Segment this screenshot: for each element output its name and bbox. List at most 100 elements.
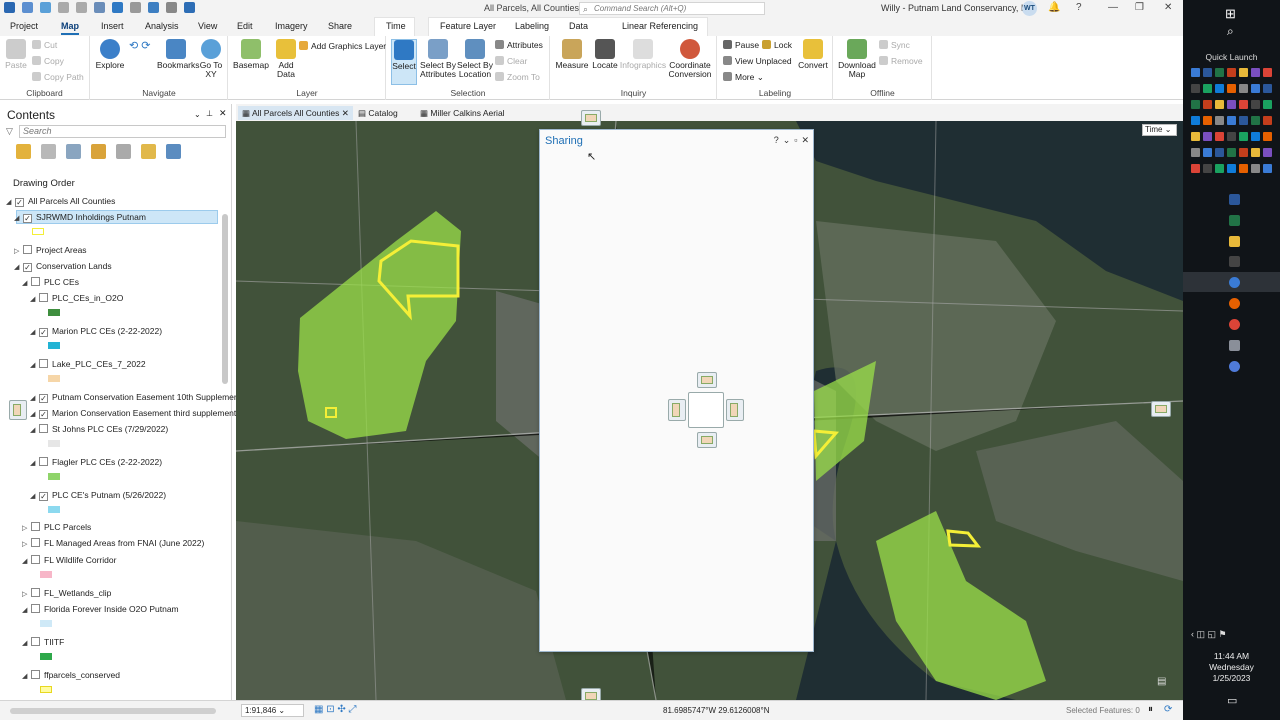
quick-launch-app-icon[interactable] <box>1203 148 1212 157</box>
layer-row[interactable]: ▷ FL_Wetlands_clip <box>22 588 111 598</box>
tab-time[interactable]: Time <box>386 21 406 31</box>
sync-button[interactable]: Sync <box>879 39 910 51</box>
excel-icon[interactable] <box>1229 215 1240 226</box>
tab-analysis[interactable]: Analysis <box>145 21 179 31</box>
layer-row[interactable]: ◢ ✓ SJRWMD Inholdings Putnam <box>14 212 146 223</box>
expand-right-icon[interactable]: ▷ <box>22 540 31 548</box>
refresh-icon[interactable]: ⟳ <box>1164 704 1172 715</box>
layer-visibility-checkbox[interactable] <box>31 555 40 564</box>
command-search-input[interactable]: ⌕ Command Search (Alt+Q) <box>579 2 765 15</box>
monitor-icon[interactable] <box>1229 340 1240 351</box>
maximize-icon[interactable]: ▫ <box>794 135 797 146</box>
quick-launch-app-icon[interactable] <box>1227 100 1236 109</box>
copy-path-button[interactable]: Copy Path <box>32 71 84 83</box>
layer-symbol-swatch[interactable] <box>40 686 52 693</box>
quick-launch-app-icon[interactable] <box>1215 68 1224 77</box>
acrobat-icon[interactable] <box>1229 256 1240 267</box>
layer-row[interactable]: ◢ ✓ Putnam Conservation Easement 10th Supp… <box>30 392 241 403</box>
layer-visibility-checkbox[interactable] <box>39 293 48 302</box>
layer-row[interactable]: ◢ PLC CEs <box>22 277 79 287</box>
quick-launch-app-icon[interactable] <box>1263 68 1272 77</box>
add-data-button[interactable]: Add Data <box>271 39 301 79</box>
layer-symbol-swatch[interactable] <box>48 375 60 382</box>
dock-cross-top[interactable] <box>697 372 717 388</box>
open-icon[interactable] <box>22 2 33 13</box>
layer-row[interactable]: ◢ Lake_PLC_CEs_7_2022 <box>30 359 146 369</box>
layer-row[interactable]: ◢ ✓ Marion Conservation Easement third sup… <box>30 408 236 419</box>
contents-search-input[interactable]: Search <box>19 125 226 138</box>
expand-down-icon[interactable]: ◢ <box>14 263 23 271</box>
quick-launch-app-icon[interactable] <box>1191 68 1200 77</box>
layer-row[interactable]: ▷ PLC Parcels <box>22 522 91 532</box>
expand-down-icon[interactable]: ◢ <box>14 214 23 222</box>
map-scale-select[interactable]: 1:91,846 ⌄ <box>241 704 304 717</box>
expand-right-icon[interactable]: ▷ <box>22 590 31 598</box>
layer-symbol-swatch[interactable] <box>32 228 44 235</box>
quick-launch-app-icon[interactable] <box>1191 84 1200 93</box>
expand-down-icon[interactable]: ◢ <box>30 328 39 336</box>
layer-visibility-checkbox[interactable] <box>31 538 40 547</box>
zoom-to-selection-button[interactable]: Zoom To <box>495 71 540 83</box>
close-pane-icon[interactable]: ✕ <box>219 108 227 119</box>
expand-down-icon[interactable]: ◢ <box>30 295 39 303</box>
layer-row[interactable]: ▷ FL Managed Areas from FNAI (June 2022) <box>22 538 204 548</box>
notification-icon[interactable]: 🔔 <box>1048 2 1060 13</box>
expand-down-icon[interactable]: ◢ <box>30 426 39 434</box>
layer-row[interactable]: ▷ Project Areas <box>14 245 87 255</box>
quick-launch-app-icon[interactable] <box>1227 132 1236 141</box>
select-by-location-button[interactable]: Select By Location <box>457 39 493 79</box>
layer-visibility-checkbox[interactable] <box>23 245 32 254</box>
layer-symbol-swatch[interactable] <box>48 473 60 480</box>
chrome-icon[interactable] <box>1229 319 1240 330</box>
avatar[interactable]: WT <box>1022 1 1037 16</box>
tab-miller-calkins-aerial[interactable]: ▦ Miller Calkins Aerial <box>416 106 509 120</box>
tab-all-parcels-map[interactable]: ▦ All Parcels All Counties ✕ <box>238 106 353 120</box>
list-by-drawing-order-icon[interactable] <box>16 144 31 159</box>
quick-launch-app-icon[interactable] <box>1263 148 1272 157</box>
lock-labels-button[interactable]: Lock <box>762 39 792 51</box>
time-slider-toggle[interactable]: Time ⌄ <box>1142 124 1177 136</box>
quick-launch-app-icon[interactable] <box>1215 164 1224 173</box>
layer-visibility-checkbox[interactable] <box>31 588 40 597</box>
expand-right-icon[interactable]: ▷ <box>14 247 23 255</box>
layer-visibility-checkbox[interactable] <box>39 359 48 368</box>
clear-selection-icon[interactable] <box>130 2 141 13</box>
layer-visibility-checkbox[interactable] <box>39 457 48 466</box>
measure-button[interactable]: Measure <box>555 39 589 70</box>
list-by-labeling-icon[interactable] <box>141 144 156 159</box>
expand-down-icon[interactable]: ◢ <box>22 557 31 565</box>
quick-launch-app-icon[interactable] <box>1215 100 1224 109</box>
expand-down-icon[interactable]: ◢ <box>30 459 39 467</box>
expand-down-icon[interactable]: ◢ <box>30 410 39 418</box>
attributes-icon[interactable] <box>166 2 177 13</box>
help-icon[interactable]: ? <box>774 135 779 146</box>
zoom-arrows-icon[interactable]: ⟲ ⟳ <box>129 40 151 52</box>
layer-visibility-checkbox[interactable]: ✓ <box>39 492 48 501</box>
dock-cross-left[interactable] <box>668 399 686 421</box>
layer-visibility-checkbox[interactable] <box>31 637 40 646</box>
pane-menu-icon[interactable]: ⌄ <box>783 135 791 146</box>
more-labeling-button[interactable]: More ⌄ <box>723 71 764 83</box>
infographics-button[interactable]: Infographics <box>619 39 667 70</box>
layer-visibility-checkbox[interactable]: ✓ <box>23 214 32 223</box>
search-icon[interactable]: ⌕ <box>1227 24 1234 39</box>
list-by-snapping-icon[interactable] <box>116 144 131 159</box>
quick-launch-app-icon[interactable] <box>1215 116 1224 125</box>
layer-symbol-swatch[interactable] <box>48 506 60 513</box>
quick-launch-app-icon[interactable] <box>1251 148 1260 157</box>
expand-right-icon[interactable]: ▷ <box>22 524 31 532</box>
tab-feature-layer[interactable]: Feature Layer <box>440 21 496 31</box>
expand-down-icon[interactable]: ◢ <box>22 672 31 680</box>
layer-visibility-checkbox[interactable] <box>39 424 48 433</box>
help-icon[interactable]: ? <box>1076 2 1082 13</box>
layer-visibility-checkbox[interactable]: ✓ <box>23 263 32 272</box>
attributes-button[interactable]: Attributes <box>495 39 543 51</box>
layer-visibility-checkbox[interactable] <box>31 670 40 679</box>
clear-selection-button[interactable]: Clear <box>495 55 527 67</box>
layer-symbol-swatch[interactable] <box>48 342 60 349</box>
quick-launch-app-icon[interactable] <box>1191 132 1200 141</box>
tab-imagery[interactable]: Imagery <box>275 21 308 31</box>
tab-data[interactable]: Data <box>569 21 588 31</box>
layer-row[interactable]: ◢ ✓ All Parcels All Counties <box>6 196 115 207</box>
basemap-button[interactable]: Basemap <box>233 39 269 70</box>
